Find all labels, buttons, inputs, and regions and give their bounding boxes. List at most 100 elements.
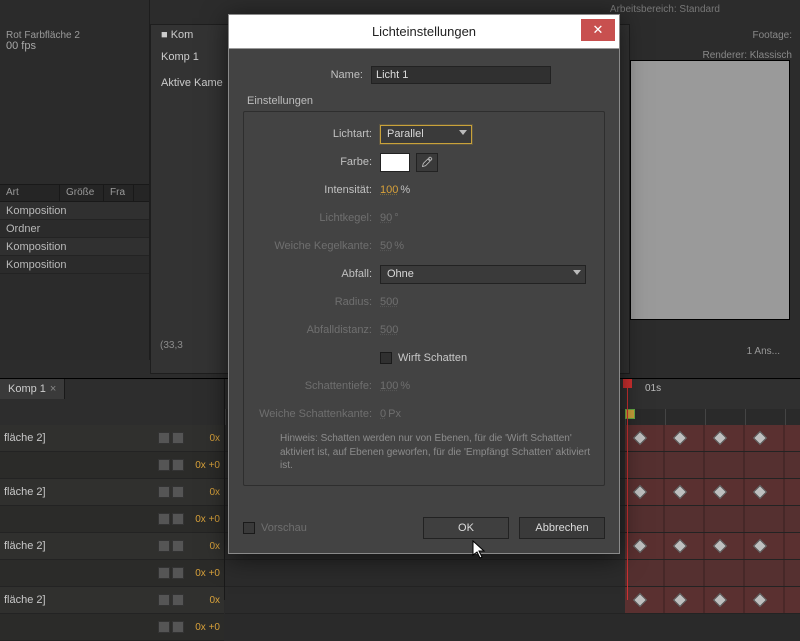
keyframe-icon[interactable] bbox=[753, 431, 767, 445]
lichtart-value: Parallel bbox=[387, 128, 424, 140]
project-row[interactable]: Komposition bbox=[0, 202, 149, 220]
hint-text: Hinweis: Schatten werden nur von Ebenen,… bbox=[252, 428, 596, 473]
comp-name[interactable]: Komp 1 bbox=[161, 51, 199, 63]
close-button[interactable]: ✕ bbox=[581, 19, 615, 41]
switch-icon[interactable] bbox=[158, 540, 170, 552]
intensitaet-value[interactable]: 100 bbox=[380, 184, 398, 196]
col-fra[interactable]: Fra bbox=[104, 185, 134, 201]
project-item-top: Rot Farbfläche 2 bbox=[6, 30, 80, 41]
footage-label: Footage: bbox=[753, 30, 792, 41]
keyframe-icon[interactable] bbox=[633, 431, 647, 445]
wirft-schatten-label: Wirft Schatten bbox=[398, 352, 467, 364]
col-art[interactable]: Art bbox=[0, 185, 60, 201]
farbe-label: Farbe: bbox=[252, 156, 380, 168]
renderer-label: Renderer: Klassisch bbox=[703, 50, 793, 61]
keyframe-icon[interactable] bbox=[633, 485, 647, 499]
switch-icon[interactable] bbox=[172, 513, 184, 525]
close-icon[interactable]: × bbox=[50, 383, 56, 395]
keyframe-icon[interactable] bbox=[753, 485, 767, 499]
keyframe-icon[interactable] bbox=[753, 539, 767, 553]
intensitaet-label: Intensität: bbox=[252, 184, 380, 196]
project-rows: Komposition Ordner Komposition Kompositi… bbox=[0, 202, 149, 274]
switch-icon[interactable] bbox=[172, 540, 184, 552]
keyframe-icon[interactable] bbox=[753, 593, 767, 607]
comp-tab[interactable]: ■ Kom bbox=[161, 29, 193, 41]
vorschau-label: Vorschau bbox=[261, 522, 307, 534]
layer-row[interactable]: 0x +0 bbox=[0, 506, 224, 533]
layer-value[interactable]: 0x bbox=[190, 541, 224, 552]
layer-value[interactable]: 0x bbox=[190, 487, 224, 498]
kegelkante-label: Weiche Kegelkante: bbox=[252, 240, 380, 252]
zoom-label[interactable]: (33,3 bbox=[160, 340, 183, 351]
switch-icon[interactable] bbox=[158, 459, 170, 471]
layer-row[interactable]: 0x +0 bbox=[0, 560, 224, 587]
lichtkegel-unit: ° bbox=[394, 212, 398, 224]
layer-row[interactable]: 0x +0 bbox=[0, 452, 224, 479]
schattentiefe-value: 100 bbox=[380, 380, 398, 392]
switch-icon[interactable] bbox=[158, 486, 170, 498]
ok-button[interactable]: OK bbox=[423, 517, 509, 539]
layer-value[interactable]: 0x bbox=[190, 595, 224, 606]
lichtart-dropdown[interactable]: Parallel bbox=[380, 125, 472, 144]
switch-icon[interactable] bbox=[158, 621, 170, 633]
keyframe-icon[interactable] bbox=[673, 539, 687, 553]
name-label: Name: bbox=[243, 69, 371, 81]
keyframe-row[interactable] bbox=[225, 587, 800, 614]
col-groesse[interactable]: Größe bbox=[60, 185, 104, 201]
eyedropper-button[interactable] bbox=[416, 153, 438, 172]
switch-icon[interactable] bbox=[172, 621, 184, 633]
playhead[interactable] bbox=[627, 379, 628, 600]
keyframe-icon[interactable] bbox=[713, 593, 727, 607]
abfalldistanz-label: Abfalldistanz: bbox=[252, 324, 380, 336]
wirft-schatten-checkbox[interactable] bbox=[380, 352, 392, 364]
timeline-tab[interactable]: Komp 1× bbox=[0, 379, 65, 399]
keyframe-icon[interactable] bbox=[673, 485, 687, 499]
switch-icon[interactable] bbox=[158, 594, 170, 606]
layer-row[interactable]: fläche 2]0x bbox=[0, 587, 224, 614]
project-row[interactable]: Komposition bbox=[0, 256, 149, 274]
active-camera-label: Aktive Kame bbox=[161, 77, 223, 89]
lichtkegel-label: Lichtkegel: bbox=[252, 212, 380, 224]
keyframe-icon[interactable] bbox=[673, 431, 687, 445]
switch-icon[interactable] bbox=[172, 459, 184, 471]
switch-icon[interactable] bbox=[158, 432, 170, 444]
layer-row[interactable]: 0x +0 bbox=[0, 614, 224, 641]
layer-value[interactable]: 0x bbox=[190, 433, 224, 444]
cancel-button[interactable]: Abbrechen bbox=[519, 517, 605, 539]
radius-value: 500 bbox=[380, 296, 398, 308]
project-row[interactable]: Ordner bbox=[0, 220, 149, 238]
settings-group: Lichtart: Parallel Farbe: Intensität: 10… bbox=[243, 111, 605, 486]
workspace-label: Arbeitsbereich: Standard bbox=[610, 4, 720, 15]
project-row[interactable]: Komposition bbox=[0, 238, 149, 256]
layer-value[interactable]: 0x +0 bbox=[190, 514, 224, 525]
switch-icon[interactable] bbox=[158, 513, 170, 525]
layer-row[interactable]: fläche 2]0x bbox=[0, 425, 224, 452]
layer-row[interactable]: fläche 2]0x bbox=[0, 533, 224, 560]
switch-icon[interactable] bbox=[172, 567, 184, 579]
schattenkante-unit: Px bbox=[388, 408, 401, 420]
keyframe-icon[interactable] bbox=[713, 485, 727, 499]
color-swatch[interactable] bbox=[380, 153, 410, 172]
chevron-down-icon bbox=[573, 270, 581, 275]
keyframe-icon[interactable] bbox=[633, 539, 647, 553]
keyframe-icon[interactable] bbox=[673, 593, 687, 607]
schattenkante-value: 0 bbox=[380, 408, 386, 420]
viewer-area[interactable] bbox=[630, 60, 790, 320]
keyframe-row[interactable] bbox=[225, 560, 800, 587]
switch-icon[interactable] bbox=[172, 432, 184, 444]
settings-group-label: Einstellungen bbox=[247, 95, 605, 107]
keyframe-icon[interactable] bbox=[633, 593, 647, 607]
keyframe-icon[interactable] bbox=[713, 431, 727, 445]
switch-icon[interactable] bbox=[158, 567, 170, 579]
layer-value[interactable]: 0x +0 bbox=[190, 622, 224, 633]
switch-icon[interactable] bbox=[172, 486, 184, 498]
dialog-titlebar[interactable]: Lichteinstellungen ✕ bbox=[229, 15, 619, 49]
name-input[interactable] bbox=[371, 66, 551, 84]
switch-icon[interactable] bbox=[172, 594, 184, 606]
abfall-dropdown[interactable]: Ohne bbox=[380, 265, 586, 284]
layer-value[interactable]: 0x +0 bbox=[190, 460, 224, 471]
layer-value[interactable]: 0x +0 bbox=[190, 568, 224, 579]
ruler-dropdown[interactable]: 1 Ans... bbox=[747, 346, 780, 357]
layer-row[interactable]: fläche 2]0x bbox=[0, 479, 224, 506]
keyframe-icon[interactable] bbox=[713, 539, 727, 553]
